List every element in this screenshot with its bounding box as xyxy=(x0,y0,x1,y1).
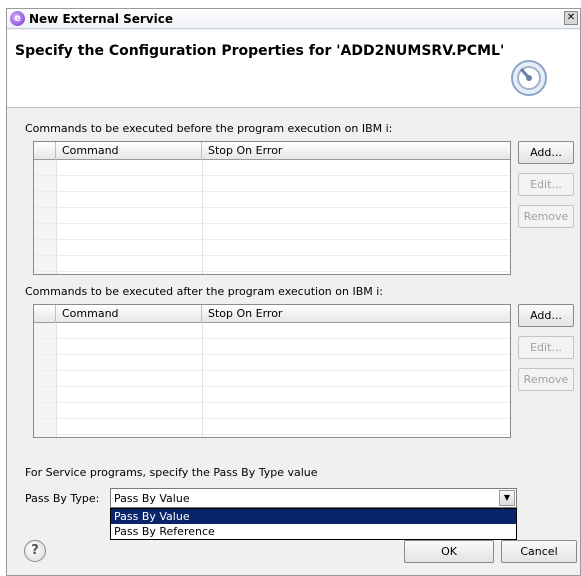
close-icon[interactable]: ✕ xyxy=(564,11,578,25)
after-commands-table[interactable]: Command Stop On Error xyxy=(33,304,511,438)
table-header: Command Stop On Error xyxy=(34,305,510,323)
after-edit-button[interactable]: Edit... xyxy=(518,336,574,359)
stop-on-error-column-header[interactable]: Stop On Error xyxy=(202,305,510,323)
after-add-button[interactable]: Add... xyxy=(518,304,574,327)
chevron-down-icon[interactable]: ▼ xyxy=(499,490,515,506)
after-remove-button[interactable]: Remove xyxy=(518,368,574,391)
command-column-header[interactable]: Command xyxy=(56,305,202,323)
pass-by-selected-value: Pass By Value xyxy=(114,492,190,505)
table-rows xyxy=(34,323,510,437)
page-title: Specify the Configuration Properties for… xyxy=(15,43,505,59)
stop-on-error-column-header[interactable]: Stop On Error xyxy=(202,142,510,160)
option-pass-by-reference[interactable]: Pass By Reference xyxy=(111,524,516,539)
table-header: Command Stop On Error xyxy=(34,142,510,160)
select-column-header xyxy=(34,142,56,160)
help-icon[interactable]: ? xyxy=(24,540,46,562)
window-title: New External Service xyxy=(29,12,173,26)
cancel-button[interactable]: Cancel xyxy=(501,540,577,563)
wizard-gear-icon xyxy=(511,60,547,96)
app-icon: e xyxy=(10,11,25,26)
wizard-header: Specify the Configuration Properties for… xyxy=(7,30,580,108)
command-column-header[interactable]: Command xyxy=(56,142,202,160)
table-rows xyxy=(34,160,510,274)
option-pass-by-value[interactable]: Pass By Value xyxy=(111,509,516,524)
before-edit-button[interactable]: Edit... xyxy=(518,173,574,196)
pass-by-dropdown-list[interactable]: Pass By Value Pass By Reference xyxy=(110,508,517,540)
title-bar[interactable]: e New External Service ✕ xyxy=(7,9,580,29)
pass-by-type-select[interactable]: Pass By Value ▼ xyxy=(110,488,517,508)
pass-by-instruction: For Service programs, specify the Pass B… xyxy=(25,466,318,479)
before-commands-label: Commands to be executed before the progr… xyxy=(25,122,393,135)
dialog-window: e New External Service ✕ Specify the Con… xyxy=(6,8,581,576)
select-column-header xyxy=(34,305,56,323)
pass-by-type-label: Pass By Type: xyxy=(25,492,100,505)
after-commands-label: Commands to be executed after the progra… xyxy=(25,285,383,298)
before-commands-table[interactable]: Command Stop On Error xyxy=(33,141,511,275)
ok-button[interactable]: OK xyxy=(404,540,494,563)
before-add-button[interactable]: Add... xyxy=(518,141,574,164)
before-remove-button[interactable]: Remove xyxy=(518,205,574,228)
